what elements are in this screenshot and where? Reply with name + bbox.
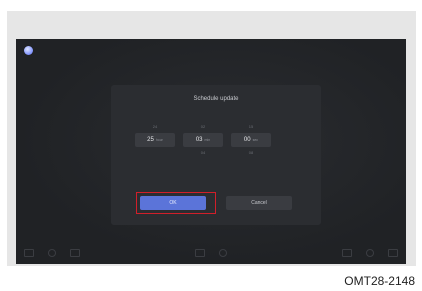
second-unit: sec (252, 138, 259, 142)
climate-icon[interactable] (24, 249, 34, 257)
ok-highlight-callout (136, 192, 216, 214)
hour-current-value[interactable]: 25 hour (135, 133, 175, 147)
bottom-control-bar (16, 242, 406, 264)
hour-value: 25 (147, 137, 154, 143)
second-current-value[interactable]: 00 sec (231, 133, 271, 147)
minute-current-value[interactable]: 03 min (183, 133, 223, 147)
minute-prev-value[interactable]: 02 (183, 121, 223, 133)
figure-code: OMT28-2148 (344, 274, 415, 288)
dialog-title: Schedule update (193, 96, 239, 102)
time-picker: 24 25 hour 02 03 min 04 15 00 sec 08 (135, 121, 295, 171)
hour-picker[interactable]: 24 25 hour (135, 121, 175, 171)
hour-next-value[interactable] (135, 147, 175, 159)
home-icon[interactable] (24, 46, 33, 55)
bottom-bar-right-group (342, 249, 398, 257)
second-value: 00 (243, 137, 251, 143)
minute-value: 03 (195, 137, 203, 143)
bottom-bar-left-group (24, 249, 80, 257)
seat-icon[interactable] (48, 249, 56, 257)
minute-unit: min (204, 138, 211, 142)
menu-icon[interactable] (195, 249, 205, 257)
fan-icon[interactable] (70, 249, 80, 257)
settings-icon[interactable] (388, 249, 398, 257)
bottom-bar-center-group (195, 249, 227, 257)
temperature-icon[interactable] (219, 249, 227, 257)
minute-next-value[interactable]: 04 (183, 147, 223, 159)
hour-prev-value[interactable]: 24 (135, 121, 175, 133)
second-next-value[interactable]: 08 (231, 147, 271, 159)
volume-icon[interactable] (366, 249, 374, 257)
cancel-button[interactable]: Cancel (226, 196, 292, 210)
minute-picker[interactable]: 02 03 min 04 (183, 121, 223, 171)
second-prev-value[interactable]: 15 (231, 121, 271, 133)
hour-unit: hour (155, 138, 163, 142)
defrost-icon[interactable] (342, 249, 352, 257)
second-picker[interactable]: 15 00 sec 08 (231, 121, 271, 171)
